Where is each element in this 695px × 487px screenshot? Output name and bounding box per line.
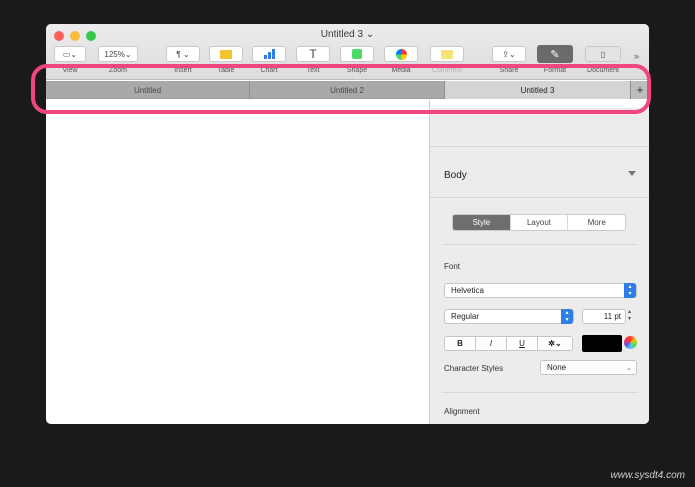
- format-sidebar: Body Style Layout More Font Helvetica ▴ ▾…: [429, 100, 649, 424]
- shape-button[interactable]: [340, 46, 374, 62]
- add-tab-button[interactable]: +: [631, 81, 649, 99]
- format-button[interactable]: ✎: [537, 45, 573, 63]
- text-options-gear-button[interactable]: ✲⌄: [537, 336, 573, 351]
- italic-button[interactable]: I: [475, 336, 507, 351]
- sidebar-header: [430, 100, 649, 108]
- share-label: Share: [499, 67, 519, 74]
- chart-label: Chart: [260, 67, 278, 74]
- insert-button[interactable]: ¶ ⌄: [166, 46, 200, 62]
- comment-icon: [441, 49, 453, 59]
- media-icon: [395, 48, 407, 60]
- section-divider: [442, 392, 638, 393]
- format-segment-control: Style Layout More: [452, 214, 626, 231]
- format-label: Format: [543, 67, 567, 74]
- text-button[interactable]: T: [296, 46, 330, 62]
- font-section-label: Font: [444, 262, 461, 271]
- font-size-stepper[interactable]: ▴ ▾: [628, 309, 631, 323]
- view-button[interactable]: ▭⌄: [54, 46, 86, 62]
- chevron-down-icon: ⌄: [626, 364, 632, 372]
- document-button[interactable]: ▯: [585, 46, 621, 62]
- bold-button[interactable]: B: [444, 336, 476, 351]
- font-family-select[interactable]: Helvetica ▴ ▾: [444, 283, 637, 298]
- table-icon: [220, 49, 232, 59]
- paragraph-style-selector[interactable]: Body: [430, 146, 649, 198]
- stepper-arrows-icon: ▴ ▾: [561, 309, 573, 324]
- font-size-field[interactable]: 11 pt: [582, 309, 626, 324]
- tab-style[interactable]: Style: [453, 215, 511, 230]
- tab-layout[interactable]: Layout: [511, 215, 569, 230]
- sidebar-view-icon: ▭⌄: [62, 49, 78, 59]
- comment-button[interactable]: [430, 46, 464, 62]
- shape-label: Shape: [346, 67, 368, 74]
- title-chevron-icon: ⌄: [365, 29, 375, 40]
- tab-untitled[interactable]: Untitled: [46, 81, 250, 99]
- chevron-down-icon: [628, 171, 636, 176]
- chart-icon: [263, 49, 275, 59]
- document-label: Document: [587, 67, 619, 74]
- window-title[interactable]: Untitled 3 ⌄: [46, 29, 649, 40]
- media-button[interactable]: [384, 46, 418, 62]
- text-icon: T: [309, 47, 317, 61]
- toolbar: Untitled 3 ⌄ ▭⌄ View 125% ⌄ Zoom ¶ ⌄ Inse…: [46, 24, 649, 80]
- tab-more[interactable]: More: [568, 215, 625, 230]
- share-icon: ⇪⌄: [502, 49, 516, 59]
- character-styles-select[interactable]: None ⌄: [540, 360, 637, 375]
- tab-untitled-3[interactable]: Untitled 3: [445, 81, 631, 99]
- color-wheel-icon[interactable]: [624, 336, 637, 349]
- share-button[interactable]: ⇪⌄: [492, 46, 526, 62]
- document-canvas[interactable]: [46, 100, 429, 424]
- watermark: www.sysdt4.com: [610, 470, 685, 481]
- comment-label: Comment: [431, 67, 463, 74]
- document-tab-bar: Untitled Untitled 2 Untitled 3 +: [46, 81, 649, 99]
- chart-button[interactable]: [252, 46, 286, 62]
- media-label: Media: [391, 67, 411, 74]
- paragraph-style-name: Body: [444, 170, 467, 181]
- tab-untitled-2[interactable]: Untitled 2: [250, 81, 445, 99]
- stepper-arrows-icon: ▴ ▾: [624, 283, 636, 298]
- font-typeface-select[interactable]: Regular ▴ ▾: [444, 309, 574, 324]
- text-color-swatch[interactable]: [582, 335, 622, 352]
- insert-label: Insert: [174, 67, 192, 74]
- table-button[interactable]: [209, 46, 243, 62]
- zoom-select[interactable]: 125% ⌄: [98, 46, 138, 62]
- alignment-section-label: Alignment: [444, 407, 480, 416]
- pages-window: Untitled 3 ⌄ ▭⌄ View 125% ⌄ Zoom ¶ ⌄ Inse…: [46, 24, 649, 424]
- zoom-label: Zoom: [109, 67, 127, 74]
- toolbar-overflow-icon[interactable]: »: [634, 51, 639, 61]
- section-divider: [442, 244, 638, 245]
- table-label: Table: [217, 67, 235, 74]
- paintbrush-icon: ✎: [550, 48, 560, 61]
- text-label: Text: [306, 67, 320, 74]
- document-icon: ▯: [600, 49, 606, 59]
- underline-button[interactable]: U: [506, 336, 538, 351]
- character-styles-label: Character Styles: [444, 364, 504, 373]
- view-label: View: [62, 67, 78, 74]
- shape-icon: [352, 49, 362, 59]
